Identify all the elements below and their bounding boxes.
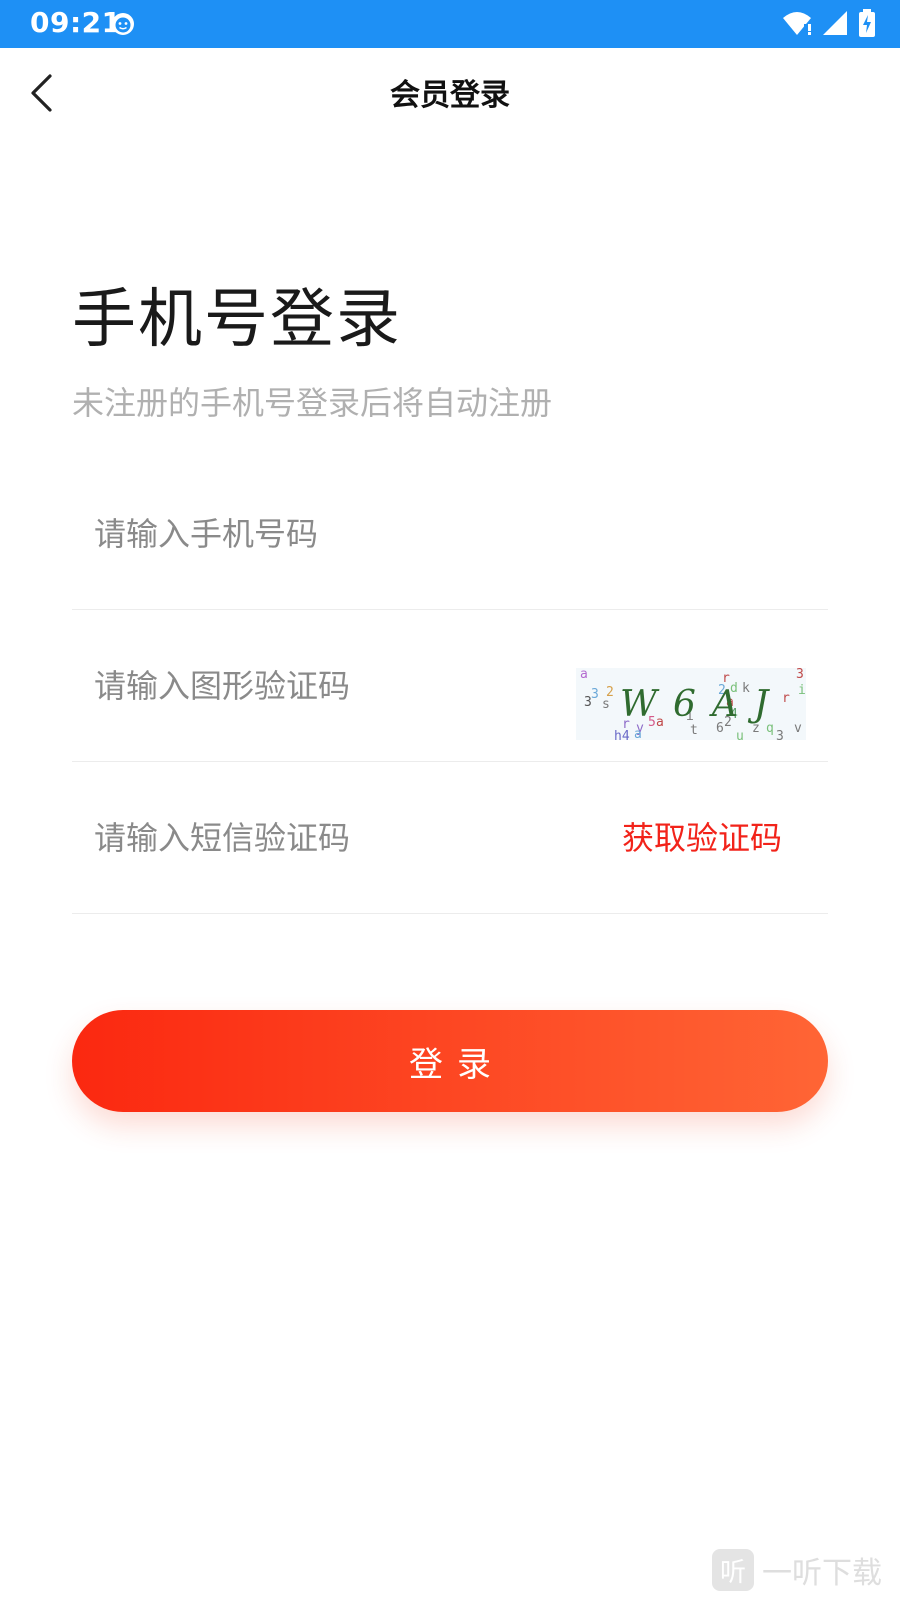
captcha-text: W6AJ	[620, 684, 784, 725]
nav-bar: 会员登录	[0, 48, 900, 138]
cell-signal-icon	[823, 11, 847, 35]
svg-text:2: 2	[606, 685, 614, 700]
svg-text:3: 3	[796, 668, 804, 682]
svg-text:3: 3	[591, 687, 599, 702]
captcha-input[interactable]	[94, 612, 534, 760]
watermark-text: 一听下载	[762, 1556, 882, 1591]
page-heading: 手机号登录	[72, 283, 402, 357]
captcha-row: a 3 3 s 2 r y 5 a a h4 i t r 2 d k a 4 6…	[72, 612, 828, 762]
sms-row: 获取验证码	[72, 764, 828, 914]
svg-text:a: a	[634, 727, 642, 740]
get-code-button[interactable]: 获取验证码	[622, 764, 782, 912]
svg-text:3: 3	[776, 729, 784, 740]
svg-text:3: 3	[584, 695, 592, 710]
battery-charging-icon	[859, 9, 875, 37]
wifi-icon	[783, 12, 811, 35]
app-notification-icon	[112, 13, 134, 35]
captcha-image[interactable]: a 3 3 s 2 r y 5 a a h4 i t r 2 d k a 4 6…	[576, 668, 806, 740]
phone-row	[72, 460, 828, 610]
svg-text:h4: h4	[614, 729, 630, 740]
svg-text:i: i	[798, 683, 806, 698]
svg-text:a: a	[580, 668, 588, 682]
svg-text:v: v	[794, 721, 802, 736]
svg-text:u: u	[736, 729, 744, 740]
status-icons	[782, 9, 876, 37]
login-button[interactable]: 登录	[72, 1010, 828, 1112]
status-time: 09:21	[30, 6, 122, 39]
nav-title: 会员登录	[390, 78, 510, 113]
page-subtitle: 未注册的手机号登录后将自动注册	[72, 384, 553, 422]
phone-input[interactable]	[94, 460, 794, 608]
svg-text:t: t	[690, 723, 698, 738]
sms-code-input[interactable]	[94, 764, 574, 912]
watermark-logo: 听	[712, 1549, 754, 1591]
watermark: 听 一听下载	[712, 1548, 882, 1592]
status-bar: 09:21	[0, 0, 900, 48]
